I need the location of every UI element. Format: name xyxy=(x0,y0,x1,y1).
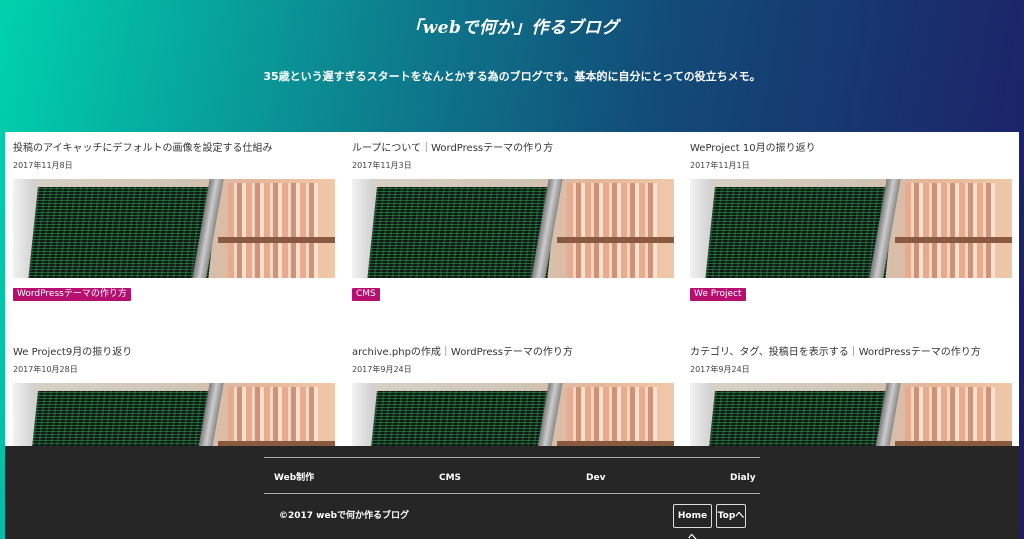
footer-divider-bottom xyxy=(264,493,760,494)
post-title[interactable]: 投稿のアイキャッチにデフォルトの画像を設定する仕組み xyxy=(13,142,335,156)
thumb-code-screen xyxy=(705,187,895,278)
thumb-bookshelf xyxy=(567,387,657,446)
thumb-shelf-board xyxy=(218,237,335,243)
post-card[interactable]: archive.phpの作成｜WordPressテーマの作り方 2017年9月2… xyxy=(352,346,674,446)
post-thumbnail[interactable] xyxy=(352,383,674,446)
thumb-bezel xyxy=(13,383,35,446)
thumb-shelf-board xyxy=(557,237,674,243)
post-tag[interactable]: CMS xyxy=(352,288,380,301)
site-title[interactable]: 「webで何か」作るブログ xyxy=(0,13,1024,38)
footer-link-cms[interactable]: CMS xyxy=(439,473,461,483)
thumb-bookshelf xyxy=(905,387,995,446)
thumb-bookshelf xyxy=(228,387,318,446)
post-title[interactable]: archive.phpの作成｜WordPressテーマの作り方 xyxy=(352,346,674,360)
home-button[interactable]: Homeへ xyxy=(673,504,712,539)
thumb-code-screen xyxy=(367,391,557,446)
post-thumbnail[interactable] xyxy=(690,179,1012,278)
post-card[interactable]: 投稿のアイキャッチにデフォルトの画像を設定する仕組み 2017年11月8日 Wo… xyxy=(13,142,335,301)
post-thumbnail[interactable] xyxy=(352,179,674,278)
post-date: 2017年11月1日 xyxy=(690,161,750,170)
post-date: 2017年11月3日 xyxy=(352,161,412,170)
post-date: 2017年9月24日 xyxy=(690,365,750,374)
site-tagline: 35歳という遅すぎるスタートをなんとかする為のブログです。基本的に自分にとっての… xyxy=(263,70,761,83)
post-thumbnail[interactable] xyxy=(690,383,1012,446)
footer-divider-top xyxy=(264,457,760,458)
post-date: 2017年11月8日 xyxy=(13,161,73,170)
post-thumbnail[interactable] xyxy=(13,179,335,278)
post-thumbnail[interactable] xyxy=(13,383,335,446)
thumb-code-screen xyxy=(28,391,218,446)
footer-link-dialy[interactable]: Dialy xyxy=(730,473,756,483)
site-header: 「webで何か」作るブログ 35歳という遅すぎるスタートをなんとかする為のブログ… xyxy=(0,0,1024,132)
footer-link-web[interactable]: Web制作 xyxy=(274,473,314,483)
thumb-bezel xyxy=(352,383,374,446)
post-card[interactable]: カテゴリ、タグ、投稿日を表示する｜WordPressテーマの作り方 2017年9… xyxy=(690,346,1012,446)
thumb-code-screen xyxy=(367,187,557,278)
thumb-bookshelf xyxy=(228,183,318,278)
post-grid: 投稿のアイキャッチにデフォルトの画像を設定する仕組み 2017年11月8日 Wo… xyxy=(5,132,1019,446)
post-card[interactable]: WeProject 10月の振り返り 2017年11月1日 We Project xyxy=(690,142,1012,301)
post-date: 2017年9月24日 xyxy=(352,365,412,374)
post-date: 2017年10月28日 xyxy=(13,365,78,374)
site-footer: Web制作 CMS Dev Dialy ©2017 webで何か作るブログ Ho… xyxy=(5,446,1019,539)
thumb-bookshelf xyxy=(905,183,995,278)
footer-link-dev[interactable]: Dev xyxy=(586,473,605,483)
post-title[interactable]: We Project9月の振り返り xyxy=(13,346,335,360)
thumb-bezel xyxy=(690,383,712,446)
post-title[interactable]: WeProject 10月の振り返り xyxy=(690,142,1012,156)
post-card[interactable]: We Project9月の振り返り 2017年10月28日 xyxy=(13,346,335,446)
post-card[interactable]: ループについて｜WordPressテーマの作り方 2017年11月3日 CMS xyxy=(352,142,674,301)
post-tag[interactable]: WordPressテーマの作り方 xyxy=(13,288,131,301)
post-title[interactable]: ループについて｜WordPressテーマの作り方 xyxy=(352,142,674,156)
top-button[interactable]: Topへ xyxy=(716,504,746,528)
thumb-bookshelf xyxy=(567,183,657,278)
copyright: ©2017 webで何か作るブログ xyxy=(279,511,410,521)
thumb-shelf-board xyxy=(895,237,1012,243)
thumb-code-screen xyxy=(28,187,218,278)
post-title[interactable]: カテゴリ、タグ、投稿日を表示する｜WordPressテーマの作り方 xyxy=(690,346,1012,360)
thumb-code-screen xyxy=(705,391,895,446)
post-tag[interactable]: We Project xyxy=(690,288,746,301)
